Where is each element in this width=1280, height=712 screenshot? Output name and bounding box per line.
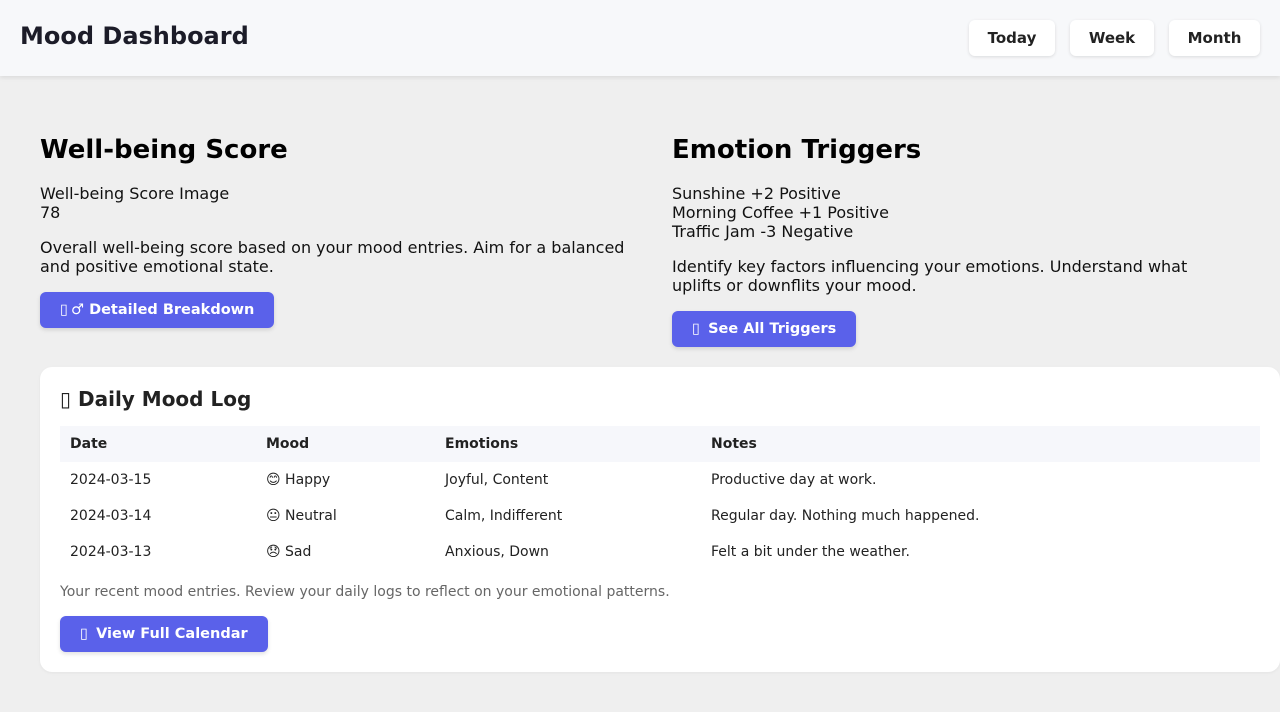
table-row: 2024-03-13 😞 Sad Anxious, Down Felt a bi… xyxy=(60,534,1260,570)
detailed-breakdown-label: Detailed Breakdown xyxy=(89,302,255,318)
see-all-triggers-label: See All Triggers xyxy=(708,321,837,337)
cell-notes: Felt a bit under the weather. xyxy=(711,544,910,560)
triggers-description: Identify key factors influencing your em… xyxy=(672,257,1188,295)
cell-notes: Productive day at work. xyxy=(711,472,877,488)
unrendered-emoji-icon: ▯ xyxy=(60,387,72,411)
column-header-date: Date xyxy=(60,426,256,462)
detailed-breakdown-button[interactable]: ▯ ♂ Detailed Breakdown xyxy=(40,292,275,328)
male-sign-icon: ♂ xyxy=(71,302,84,318)
wellbeing-title: Well-being Score xyxy=(40,135,288,165)
daily-mood-log-title: ▯ Daily Mood Log xyxy=(60,387,251,411)
mood-log-caption: Your recent mood entries. Review your da… xyxy=(60,584,670,600)
trigger-item: Traffic Jam -3 Negative xyxy=(672,222,854,241)
view-full-calendar-label: View Full Calendar xyxy=(96,626,248,642)
unrendered-emoji-icon: ▯ xyxy=(60,302,68,318)
month-button[interactable]: Month xyxy=(1169,20,1260,56)
cell-mood: 😐 Neutral xyxy=(266,508,337,524)
wellbeing-score-value: 78 xyxy=(40,203,61,222)
unrendered-emoji-icon: ▯ xyxy=(80,626,88,642)
daily-mood-log-title-text: Daily Mood Log xyxy=(77,387,252,411)
table-row: 2024-03-14 😐 Neutral Calm, Indifferent R… xyxy=(60,498,1260,534)
unrendered-emoji-icon: ▯ xyxy=(692,321,700,337)
cell-date: 2024-03-13 xyxy=(70,544,152,560)
see-all-triggers-button[interactable]: ▯ See All Triggers xyxy=(672,311,857,347)
cell-emotions: Calm, Indifferent xyxy=(445,508,563,524)
table-header-row: Date Mood Emotions Notes xyxy=(60,426,1260,462)
broken-image-icon: Well-being Score Image xyxy=(40,184,229,203)
cell-date: 2024-03-15 xyxy=(70,472,152,488)
top-header: Mood Dashboard Today Week Month xyxy=(0,0,1280,76)
view-full-calendar-button[interactable]: ▯ View Full Calendar xyxy=(60,616,268,652)
mood-log-table: Date Mood Emotions Notes 2024-03-15 😊 Ha… xyxy=(60,426,1260,570)
app-title: Mood Dashboard xyxy=(20,22,249,50)
cell-mood: 😞 Sad xyxy=(266,544,312,560)
wellbeing-image-alt: Well-being Score Image xyxy=(40,184,230,203)
column-header-notes: Notes xyxy=(701,426,1260,462)
trigger-item: Morning Coffee +1 Positive xyxy=(672,203,889,222)
cell-date: 2024-03-14 xyxy=(70,508,152,524)
table-row: 2024-03-15 😊 Happy Joyful, Content Produ… xyxy=(60,462,1260,498)
wellbeing-description: Overall well-being score based on your m… xyxy=(40,238,625,276)
daily-mood-log-card: ▯ Daily Mood Log Date Mood Emotions Note… xyxy=(40,367,1280,672)
column-header-emotions: Emotions xyxy=(435,426,701,462)
trigger-item: Sunshine +2 Positive xyxy=(672,184,841,203)
cell-notes: Regular day. Nothing much happened. xyxy=(711,508,980,524)
cell-emotions: Anxious, Down xyxy=(445,544,549,560)
column-header-mood: Mood xyxy=(256,426,435,462)
emotion-triggers-title: Emotion Triggers xyxy=(672,135,922,165)
cell-mood: 😊 Happy xyxy=(266,472,331,488)
week-button[interactable]: Week xyxy=(1070,20,1154,56)
cell-emotions: Joyful, Content xyxy=(445,472,549,488)
today-button[interactable]: Today xyxy=(969,20,1055,56)
